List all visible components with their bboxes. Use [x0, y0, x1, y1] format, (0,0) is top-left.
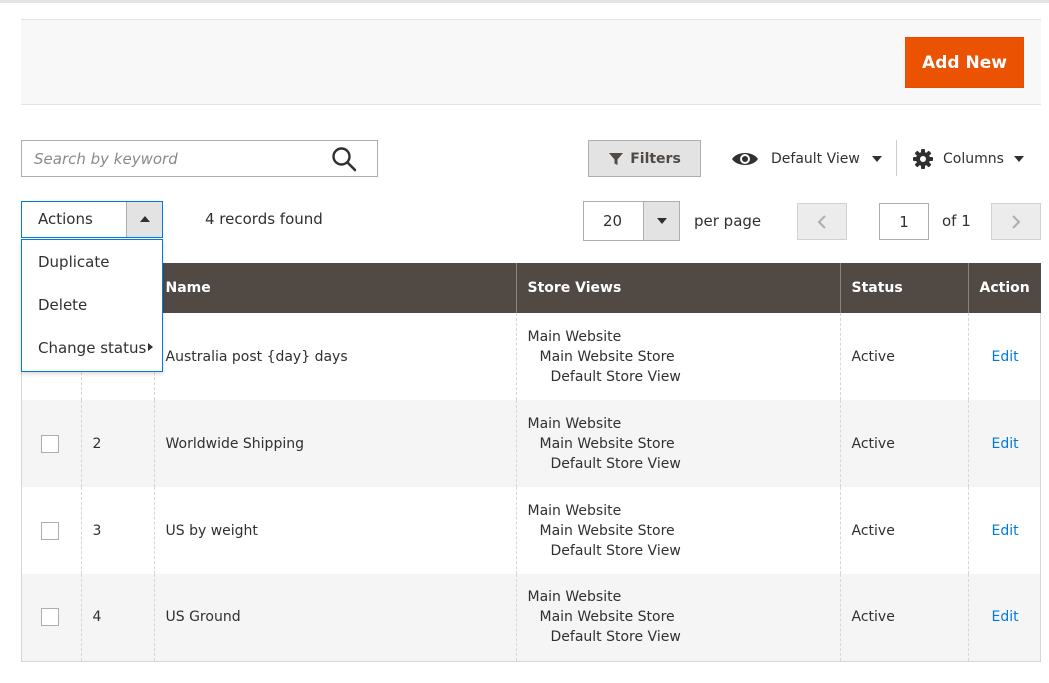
chevron-left-icon [817, 214, 826, 229]
edit-link[interactable]: Edit [992, 349, 1019, 365]
mass-actions-menu: Duplicate Delete Change status [21, 239, 163, 372]
header-store-views[interactable]: Store Views [515, 263, 840, 313]
per-page-label: per page [694, 212, 762, 230]
view-selector[interactable]: Default View [731, 140, 882, 177]
table-row: Australia post {day} days Main Website M… [21, 313, 1041, 400]
store-website: Main Website [527, 415, 622, 432]
edit-link[interactable]: Edit [992, 436, 1019, 452]
store-group: Main Website Store [539, 435, 675, 452]
records-found: 4 records found [205, 210, 323, 228]
row-action-cell: Edit [967, 400, 1041, 487]
row-name: Worldwide Shipping [153, 400, 516, 487]
store-website: Main Website [527, 589, 622, 606]
row-select-cell [21, 574, 81, 662]
row-action-cell: Edit [967, 574, 1041, 662]
row-checkbox[interactable] [41, 434, 59, 453]
row-store-views: Main Website Main Website Store Default … [515, 574, 840, 662]
store-website: Main Website [527, 502, 622, 519]
row-id: 3 [80, 487, 154, 574]
search-box [21, 140, 378, 177]
shipping-rules-grid: Name Store Views Status Action Australia… [21, 263, 1041, 662]
table-row: 4 US Ground Main Website Main Website St… [21, 574, 1041, 662]
search-input[interactable] [22, 141, 322, 176]
row-store-views: Main Website Main Website Store Default … [515, 313, 840, 400]
row-status: Active [839, 574, 968, 662]
menu-item-delete[interactable]: Delete [38, 296, 87, 314]
columns-label: Columns [943, 150, 1004, 167]
per-page-select[interactable]: 20 [583, 201, 680, 241]
toolbar-divider [896, 140, 897, 176]
mass-actions-dropdown[interactable]: Actions [21, 201, 163, 238]
row-action-cell: Edit [967, 487, 1041, 574]
row-status: Active [839, 487, 968, 574]
store-view: Default Store View [550, 455, 681, 472]
chevron-right-icon [1012, 214, 1021, 229]
store-group: Main Website Store [539, 522, 675, 539]
store-view: Default Store View [550, 542, 681, 559]
chevron-down-icon [871, 155, 882, 162]
row-checkbox[interactable] [41, 608, 59, 627]
view-label: Default View [771, 150, 860, 167]
row-select-cell [21, 487, 81, 574]
header-action: Action [967, 263, 1041, 313]
filters-button[interactable]: Filters [588, 140, 701, 177]
store-group: Main Website Store [539, 348, 675, 365]
gear-icon [913, 148, 933, 169]
store-group: Main Website Store [539, 609, 675, 626]
filter-icon [609, 152, 624, 165]
total-pages-label: of 1 [942, 212, 971, 230]
chevron-down-icon [1013, 155, 1024, 162]
page-number-input[interactable] [879, 203, 929, 240]
prev-page-button[interactable] [797, 203, 847, 240]
mass-actions-label: Actions [38, 210, 93, 228]
search-icon[interactable] [331, 146, 357, 172]
table-row: 3 US by weight Main Website Main Website… [21, 487, 1041, 574]
edit-link[interactable]: Edit [992, 609, 1019, 625]
eye-icon [732, 152, 758, 165]
top-border [0, 0, 1049, 3]
edit-link[interactable]: Edit [992, 523, 1019, 539]
next-page-button[interactable] [991, 203, 1041, 240]
chevron-down-icon [657, 218, 667, 224]
row-status: Active [839, 400, 968, 487]
chevron-up-icon [140, 216, 150, 222]
row-checkbox[interactable] [41, 521, 59, 540]
menu-item-duplicate[interactable]: Duplicate [38, 253, 109, 271]
row-action-cell: Edit [967, 313, 1041, 400]
per-page-value: 20 [603, 212, 623, 230]
table-row: 2 Worldwide Shipping Main Website Main W… [21, 400, 1041, 487]
per-page-toggle[interactable] [643, 202, 679, 240]
row-select-cell [21, 400, 81, 487]
row-name: Australia post {day} days [153, 313, 516, 400]
store-view: Default Store View [550, 368, 681, 385]
header-name[interactable]: Name [153, 263, 516, 313]
add-new-button[interactable]: Add New [905, 37, 1024, 88]
page-actions-bar: Add New [21, 19, 1041, 105]
row-id: 4 [80, 574, 154, 662]
filters-label: Filters [630, 150, 681, 167]
row-store-views: Main Website Main Website Store Default … [515, 400, 840, 487]
row-status: Active [839, 313, 968, 400]
row-id: 2 [80, 400, 154, 487]
row-store-views: Main Website Main Website Store Default … [515, 487, 840, 574]
grid-header-row: Name Store Views Status Action [21, 263, 1041, 313]
store-website: Main Website [527, 328, 622, 345]
menu-item-change-status[interactable]: Change status [38, 339, 146, 357]
mass-actions-toggle[interactable] [126, 202, 162, 237]
row-name: US Ground [153, 574, 516, 662]
chevron-right-icon [148, 343, 153, 351]
row-name: US by weight [153, 487, 516, 574]
store-view: Default Store View [550, 629, 681, 646]
columns-button[interactable]: Columns [913, 140, 1024, 177]
header-status[interactable]: Status [839, 263, 968, 313]
